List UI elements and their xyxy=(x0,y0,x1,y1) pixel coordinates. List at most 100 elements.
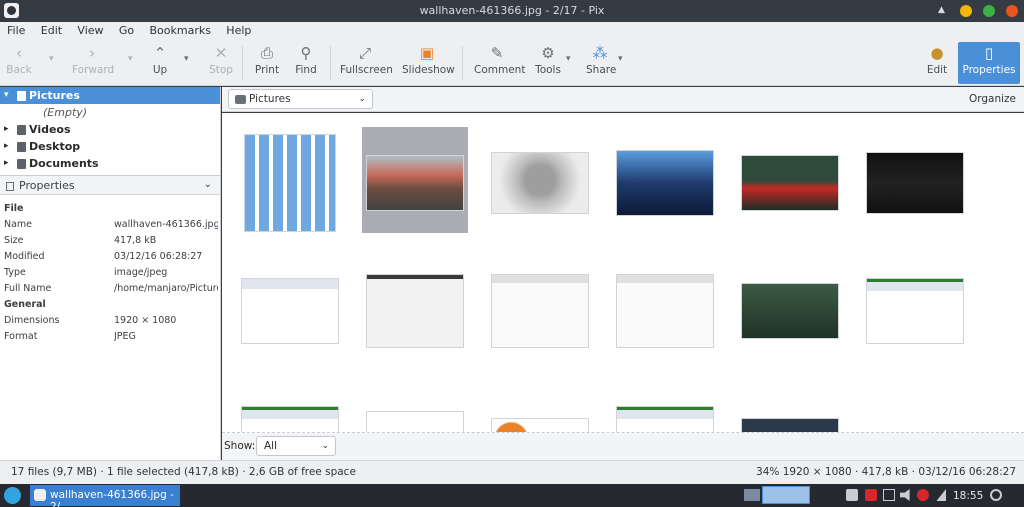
image-thumbnail[interactable] xyxy=(742,156,838,210)
status-right: 34% 1920 × 1080 · 417,8 kB · 03/12/16 06… xyxy=(756,466,1016,478)
show-label: Show: xyxy=(224,440,256,452)
properties-button[interactable]: ▯ Properties xyxy=(958,42,1020,84)
stop-button[interactable]: ✕ Stop xyxy=(204,42,238,84)
taskbar-window-button[interactable]: wallhaven-461366.jpg - 2/... xyxy=(30,485,180,507)
update-icon[interactable] xyxy=(917,489,929,501)
stop-x-icon: ✕ xyxy=(214,44,228,62)
menu-view[interactable]: View xyxy=(77,22,103,37)
title-bar: wallhaven-461366.jpg - 2/17 - Pix ▲ xyxy=(0,0,1024,22)
gears-icon: ⚙ xyxy=(541,44,555,62)
slideshow-icon: ▣ xyxy=(419,44,435,62)
volume-icon[interactable] xyxy=(900,489,910,501)
document-folder-icon xyxy=(17,159,26,169)
folder-tree-item-pictures[interactable]: ▾ Pictures xyxy=(0,87,220,104)
forward-button[interactable]: › Forward xyxy=(72,42,114,84)
toolbar-separator xyxy=(242,46,243,80)
property-row: Format JPEG xyxy=(4,331,136,342)
image-thumbnail[interactable] xyxy=(617,275,713,347)
properties-panel-header[interactable]: Properties ⌄ xyxy=(0,175,220,195)
tools-button[interactable]: ⚙ Tools xyxy=(534,42,562,84)
clock[interactable]: 18:55 xyxy=(953,490,983,502)
properties-icon xyxy=(6,182,14,191)
filter-bar: Show: All ⌄ xyxy=(222,433,1024,460)
image-thumbnail[interactable] xyxy=(742,419,838,432)
menu-edit[interactable]: Edit xyxy=(41,22,62,37)
image-thumbnail[interactable] xyxy=(492,419,588,432)
share-dropdown[interactable]: ▾ xyxy=(618,54,623,64)
image-thumbnail[interactable] xyxy=(742,284,838,338)
property-row: Name wallhaven-461366.jpg xyxy=(4,219,218,230)
folder-tree-item-desktop[interactable]: ▸ Desktop xyxy=(0,138,220,155)
property-row: Size 417,8 kB xyxy=(4,235,157,246)
fullscreen-button[interactable]: ⤢ Fullscreen xyxy=(340,42,393,84)
notification-icon[interactable] xyxy=(883,489,895,501)
pix-app-icon xyxy=(34,489,46,501)
window-menu-arrow-icon[interactable]: ▲ xyxy=(938,5,945,15)
menu-file[interactable]: File xyxy=(7,22,25,37)
minimize-button[interactable] xyxy=(960,5,972,17)
power-icon[interactable] xyxy=(990,489,1002,501)
film-folder-icon xyxy=(17,125,26,135)
expand-arrow-icon[interactable]: ▸ xyxy=(4,121,9,138)
folder-tree-item-documents[interactable]: ▸ Documents xyxy=(0,155,220,172)
image-thumbnail[interactable] xyxy=(617,151,713,215)
show-filter-select[interactable]: All ⌄ xyxy=(256,436,336,456)
fullscreen-icon: ⤢ xyxy=(358,44,371,62)
workspace-1[interactable] xyxy=(744,489,760,501)
print-button[interactable]: ⎙ Print xyxy=(252,42,282,84)
image-thumbnail[interactable] xyxy=(867,279,963,343)
window-title: wallhaven-461366.jpg - 2/17 - Pix xyxy=(419,4,605,17)
status-bar: 17 files (9,7 MB) · 1 file selected (417… xyxy=(0,460,1024,484)
forward-arrow-icon: › xyxy=(89,44,95,62)
expand-arrow-icon[interactable]: ▸ xyxy=(4,155,9,172)
image-thumbnail[interactable] xyxy=(242,279,338,343)
folder-tree-item-videos[interactable]: ▸ Videos xyxy=(0,121,220,138)
mega-icon[interactable] xyxy=(865,489,877,501)
menu-bar: File Edit View Go Bookmarks Help xyxy=(0,22,1024,40)
back-button[interactable]: ‹ Back xyxy=(4,42,34,84)
property-row: File xyxy=(4,203,24,214)
image-thumbnail[interactable] xyxy=(367,275,463,347)
location-selector[interactable]: Pictures ⌄ xyxy=(228,89,373,109)
edit-palette-icon: ● xyxy=(930,44,944,62)
comment-button[interactable]: ✎ Comment xyxy=(474,42,525,84)
organize-button[interactable]: Organize xyxy=(969,93,1016,105)
menu-bookmarks[interactable]: Bookmarks xyxy=(149,22,210,37)
tools-dropdown[interactable]: ▾ xyxy=(566,54,571,64)
image-thumbnail[interactable] xyxy=(617,407,713,432)
chevron-down-icon[interactable]: ⌄ xyxy=(204,179,212,190)
edit-button[interactable]: ● Edit xyxy=(924,42,950,84)
collapse-arrow-icon[interactable]: ▾ xyxy=(4,87,9,104)
slideshow-button[interactable]: ▣ Slideshow xyxy=(402,42,455,84)
forward-history-dropdown[interactable]: ▾ xyxy=(128,54,133,64)
image-thumbnail[interactable] xyxy=(242,407,338,432)
find-button[interactable]: ⚲ Find xyxy=(294,42,318,84)
image-thumbnail[interactable] xyxy=(492,275,588,347)
share-icon: ⁂ xyxy=(592,44,608,62)
maximize-button[interactable] xyxy=(983,5,995,17)
expand-arrow-icon[interactable]: ▸ xyxy=(4,138,9,155)
image-thumbnail[interactable] xyxy=(492,153,588,213)
share-button[interactable]: ⁂ Share xyxy=(586,42,616,84)
image-thumbnail[interactable] xyxy=(367,412,463,432)
back-history-dropdown[interactable]: ▾ xyxy=(49,54,54,64)
image-thumbnail[interactable] xyxy=(867,153,963,213)
toolbar-separator xyxy=(462,46,463,80)
back-arrow-icon: ‹ xyxy=(16,44,22,62)
clipboard-icon[interactable] xyxy=(846,489,858,501)
network-icon[interactable] xyxy=(936,489,946,501)
menu-go[interactable]: Go xyxy=(119,22,134,37)
up-dropdown[interactable]: ▾ xyxy=(184,54,189,64)
chevron-down-icon: ⌄ xyxy=(321,441,329,451)
image-thumbnail[interactable] xyxy=(362,127,468,233)
start-menu-icon[interactable] xyxy=(4,487,21,504)
up-button[interactable]: ⌃ Up xyxy=(146,42,174,84)
sidebar: ▾ Pictures (Empty) ▸ Videos ▸ Desktop ▸ … xyxy=(0,87,221,460)
workspace-2[interactable] xyxy=(762,486,810,504)
desktop-folder-icon xyxy=(17,142,26,152)
menu-help[interactable]: Help xyxy=(226,22,251,37)
property-row: Dimensions 1920 × 1080 xyxy=(4,315,177,326)
close-button[interactable] xyxy=(1006,5,1018,17)
property-row: Full Name /home/manjaro/Pictures/w... xyxy=(4,283,218,294)
image-thumbnail[interactable] xyxy=(245,135,335,231)
